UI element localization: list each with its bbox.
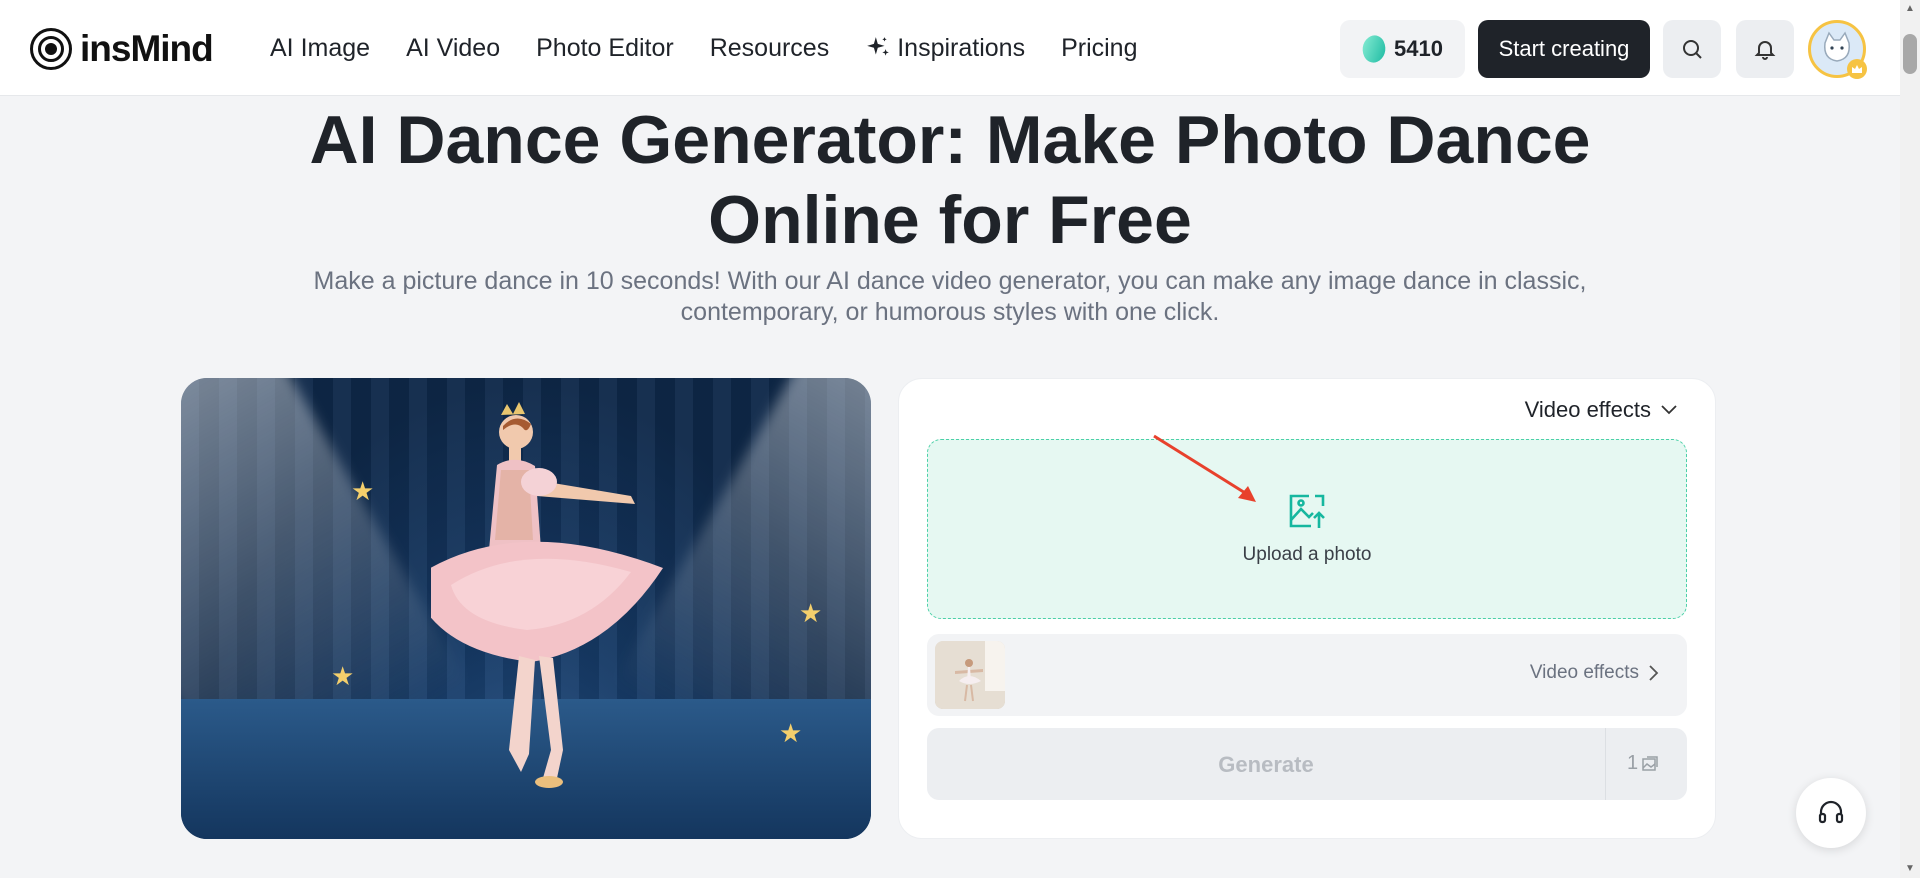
sparkle-icon	[867, 37, 890, 56]
search-button[interactable]	[1663, 20, 1721, 78]
scroll-down-arrow-icon[interactable]: ▼	[1904, 864, 1916, 874]
nav-label: Pricing	[1061, 33, 1138, 62]
nav-resources[interactable]: Resources	[710, 34, 830, 63]
star-icon: ★	[779, 718, 803, 748]
image-upload-icon	[1289, 494, 1325, 528]
headset-icon	[1818, 800, 1844, 824]
nav-label: Photo Editor	[536, 33, 674, 62]
upload-photo-label: Upload a photo	[1242, 544, 1372, 565]
video-effects-dropdown[interactable]: Video effects	[1525, 397, 1677, 423]
nav-label: AI Video	[406, 33, 501, 62]
page-title: AI Dance Generator: Make Photo Dance Onl…	[309, 102, 1591, 258]
video-effect-selector[interactable]: Video effects	[927, 634, 1687, 716]
generate-count: 1	[1627, 752, 1639, 774]
video-effects-link-label: Video effects	[1529, 662, 1639, 683]
bell-icon	[1754, 41, 1776, 60]
page-subtitle: Make a picture dance in 10 seconds! With…	[313, 267, 1587, 326]
scroll-thumb[interactable]	[1903, 34, 1917, 74]
credit-bean-icon	[1357, 32, 1391, 66]
brand-name: insMind	[80, 28, 214, 69]
support-button[interactable]	[1796, 778, 1866, 848]
effect-preview-thumbnail	[935, 641, 1005, 709]
chevron-down-icon	[1661, 405, 1677, 415]
video-effects-link[interactable]: Video effects	[1530, 662, 1659, 684]
nav-ai-image[interactable]: AI Image	[270, 34, 370, 63]
upload-photo-dropzone[interactable]: Upload a photo	[927, 439, 1687, 619]
nav-ai-video[interactable]: AI Video	[406, 34, 500, 63]
ballerina-figure	[431, 402, 663, 788]
generate-divider	[1605, 728, 1606, 800]
video-effects-dropdown-label: Video effects	[1524, 397, 1651, 422]
user-avatar[interactable]	[1808, 20, 1867, 79]
generate-button-label: Generate	[1218, 752, 1314, 777]
notifications-button[interactable]	[1736, 20, 1794, 78]
main-nav: AI Image AI Video Photo Editor Resources…	[270, 0, 1138, 96]
logo-icon	[30, 28, 72, 70]
start-creating-button[interactable]: Start creating	[1478, 20, 1650, 78]
star-icon: ★	[351, 476, 375, 506]
nav-pricing[interactable]: Pricing	[1061, 34, 1137, 63]
search-icon	[1683, 40, 1702, 59]
nav-label: AI Image	[270, 33, 371, 62]
image-count-icon	[1642, 755, 1658, 771]
nav-label: Resources	[709, 33, 830, 62]
star-icon: ★	[331, 661, 355, 691]
vip-crown-icon	[1847, 59, 1867, 79]
star-icon: ★	[799, 598, 823, 628]
generator-panel: Video effects Upload a photo Video effec…	[898, 378, 1716, 839]
nav-label: Inspirations	[897, 33, 1026, 62]
nav-inspirations[interactable]: Inspirations	[865, 34, 1025, 63]
scroll-up-arrow-icon[interactable]: ▲	[1904, 4, 1916, 14]
generate-credit-cost: 1	[1627, 752, 1659, 775]
ballerina-thumbnail	[935, 641, 1005, 709]
logo[interactable]: insMind	[30, 28, 214, 70]
credits-badge[interactable]: 5410	[1340, 20, 1465, 78]
page-scrollbar[interactable]	[1900, 0, 1920, 878]
generate-button[interactable]: Generate 1	[927, 728, 1687, 800]
example-dance-image: ★ ★ ★ ★	[181, 378, 871, 839]
credits-count: 5410	[1394, 36, 1443, 61]
chevron-right-icon	[1649, 665, 1659, 681]
top-header: insMind AI Image AI Video Photo Editor R…	[0, 0, 1900, 96]
nav-photo-editor[interactable]: Photo Editor	[536, 34, 674, 63]
